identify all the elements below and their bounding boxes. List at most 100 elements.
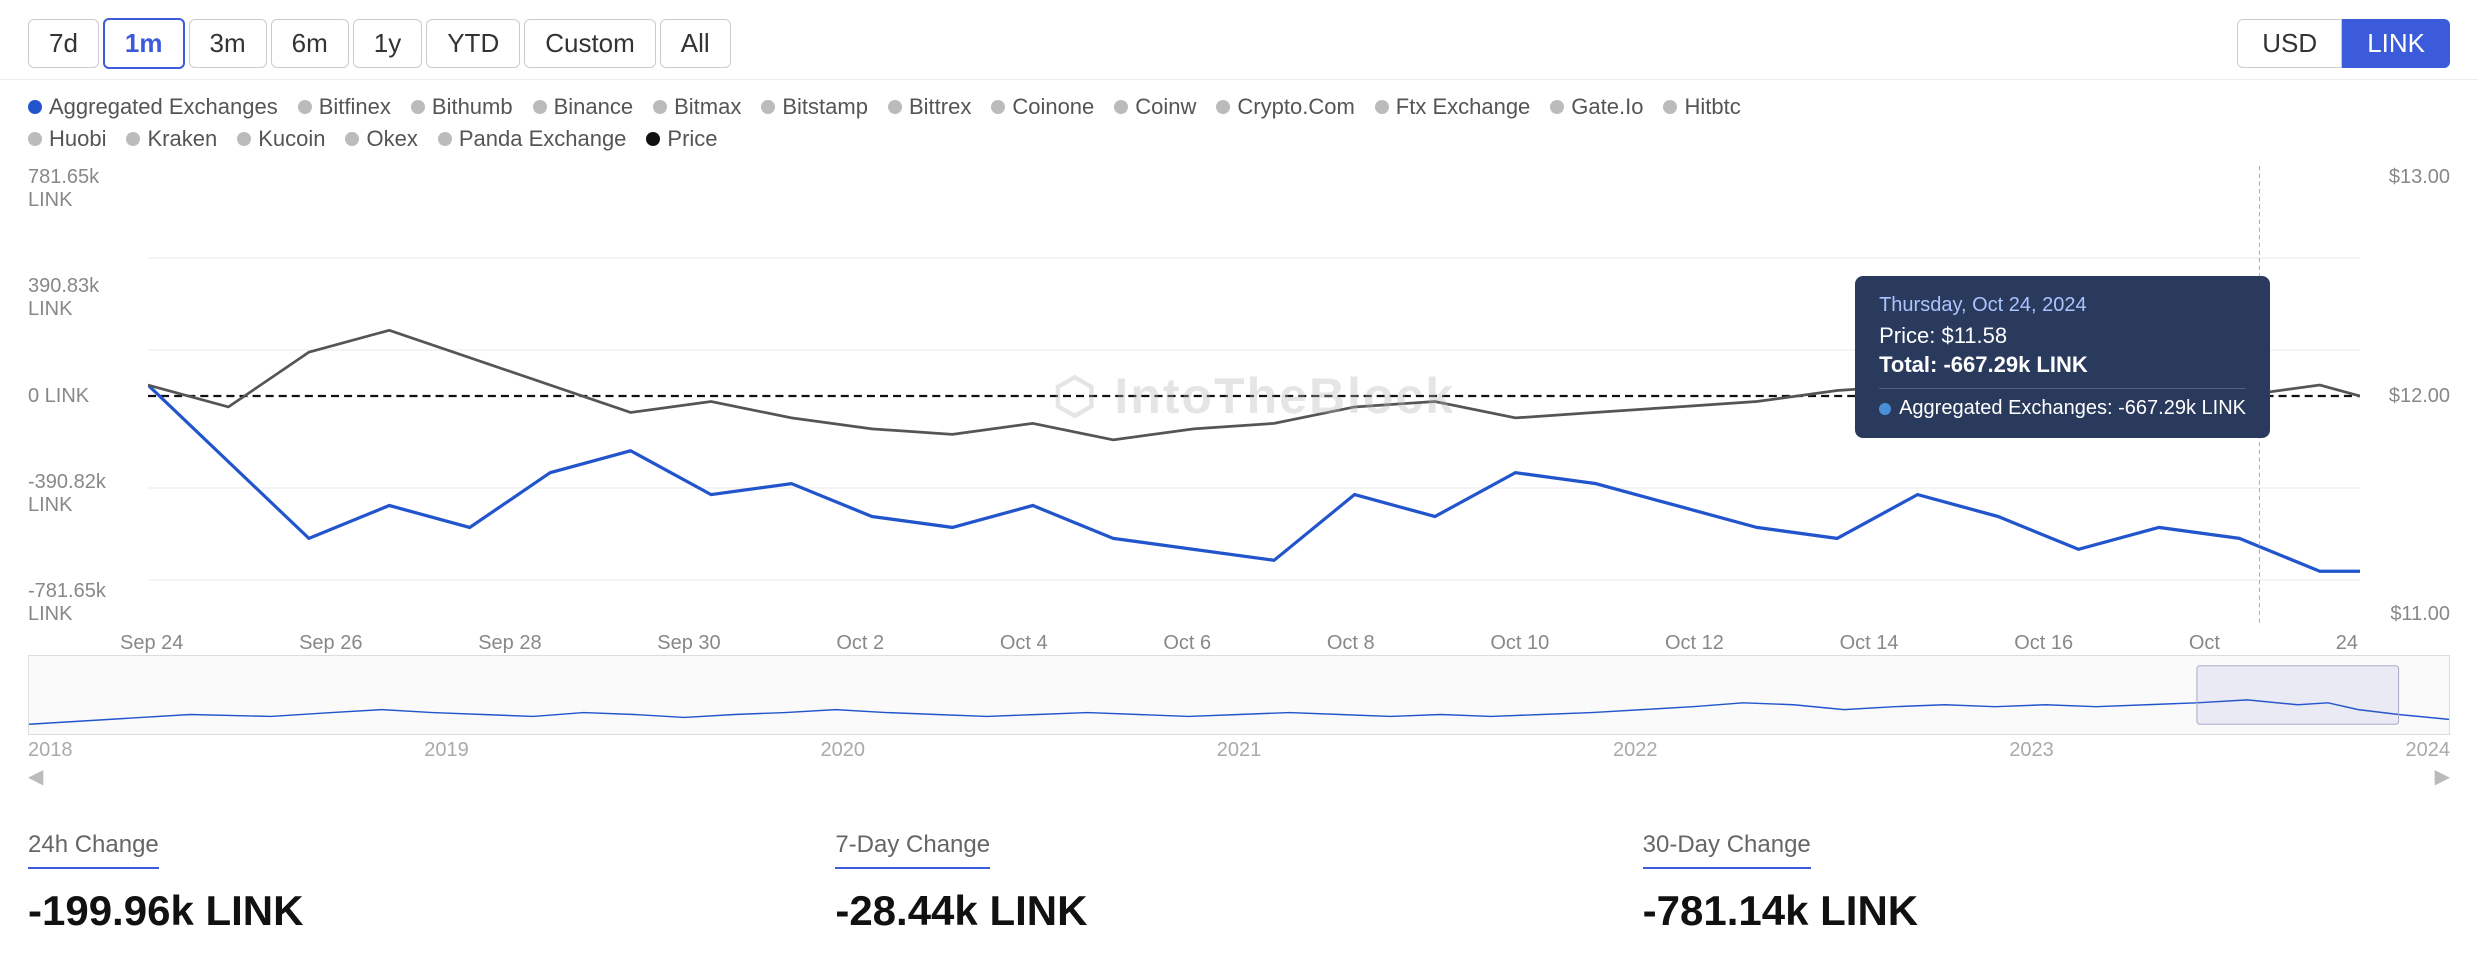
tooltip-date: Thursday, Oct 24, 2024	[1879, 294, 2246, 317]
x-label-2: Sep 28	[478, 632, 541, 655]
legend-dot-bitmax	[653, 100, 667, 114]
btn-all[interactable]: All	[660, 19, 731, 68]
legend-bittrex[interactable]: Bittrex	[888, 94, 971, 120]
legend-bitfinex[interactable]: Bitfinex	[298, 94, 391, 120]
legend-aggregated[interactable]: Aggregated Exchanges	[28, 94, 278, 120]
legend-gateio[interactable]: Gate.Io	[1550, 94, 1643, 120]
x-label-13: 24	[2336, 632, 2358, 655]
chart-area[interactable]: 781.65k LINK 390.83k LINK 0 LINK -390.82…	[28, 166, 2450, 626]
x-label-0: Sep 24	[120, 632, 183, 655]
btn-3m[interactable]: 3m	[189, 19, 267, 68]
tooltip-price: Price: $11.58	[1879, 323, 2246, 349]
legend-dot-cryptocom	[1216, 100, 1230, 114]
scroll-right-arrow[interactable]: ▶	[2435, 764, 2450, 789]
tooltip-total-value: -667.29k LINK	[1943, 352, 2087, 377]
mini-x-0: 2018	[28, 739, 73, 762]
legend-dot-bittrex	[888, 100, 902, 114]
legend-label-kucoin: Kucoin	[258, 126, 325, 152]
mini-x-4: 2022	[1613, 739, 1658, 762]
stat-7d: 7-Day Change -28.44k LINK	[835, 831, 1642, 935]
legend-label-binance: Binance	[554, 94, 634, 120]
mini-x-labels: 2018 2019 2020 2021 2022 2023 2024	[0, 735, 2478, 762]
legend-dot-binance	[533, 100, 547, 114]
legend-coinone[interactable]: Coinone	[991, 94, 1094, 120]
btn-1m[interactable]: 1m	[103, 18, 185, 69]
legend-label-bitfinex: Bitfinex	[319, 94, 391, 120]
legend-label-bithumb: Bithumb	[432, 94, 513, 120]
stat-30d: 30-Day Change -781.14k LINK	[1643, 831, 2450, 935]
legend-okex[interactable]: Okex	[345, 126, 417, 152]
legend-dot-kraken	[126, 132, 140, 146]
btn-7d[interactable]: 7d	[28, 19, 99, 68]
legend-bitstamp[interactable]: Bitstamp	[761, 94, 868, 120]
btn-link[interactable]: LINK	[2342, 19, 2450, 68]
tooltip-agg: Aggregated Exchanges: -667.29k LINK	[1879, 397, 2246, 420]
scroll-arrows: ◀ ▶	[0, 762, 2478, 791]
x-label-8: Oct 10	[1490, 632, 1549, 655]
mini-x-1: 2019	[424, 739, 469, 762]
tooltip: Thursday, Oct 24, 2024 Price: $11.58 Tot…	[1855, 276, 2270, 438]
btn-custom[interactable]: Custom	[524, 19, 656, 68]
tooltip-divider	[1879, 388, 2246, 389]
y-label-top: 781.65k LINK	[28, 166, 148, 212]
legend-dot-aggregated	[28, 100, 42, 114]
legend-kraken[interactable]: Kraken	[126, 126, 217, 152]
legend-dot-bitstamp	[761, 100, 775, 114]
mini-chart[interactable]	[28, 655, 2450, 735]
x-label-1: Sep 26	[299, 632, 362, 655]
legend-label-coinone: Coinone	[1012, 94, 1094, 120]
x-label-7: Oct 8	[1327, 632, 1375, 655]
x-labels: Sep 24 Sep 26 Sep 28 Sep 30 Oct 2 Oct 4 …	[0, 626, 2478, 655]
x-label-5: Oct 4	[1000, 632, 1048, 655]
legend-panda[interactable]: Panda Exchange	[438, 126, 627, 152]
y-right-top: $13.00	[2370, 166, 2450, 189]
y-right-mid: $12.00	[2370, 385, 2450, 408]
legend-bitmax[interactable]: Bitmax	[653, 94, 741, 120]
legend-label-cryptocom: Crypto.Com	[1237, 94, 1354, 120]
stat-30d-label: 30-Day Change	[1643, 831, 1811, 869]
y-label-4: -390.82k LINK	[28, 471, 148, 517]
y-label-mid: 0 LINK	[28, 385, 148, 408]
chart-svg[interactable]: ⬡ IntoTheBlock Thursday,	[148, 166, 2360, 626]
legend-dot-price	[646, 132, 660, 146]
legend-dot-coinw	[1114, 100, 1128, 114]
legend-bithumb[interactable]: Bithumb	[411, 94, 513, 120]
mini-chart-svg	[29, 656, 2449, 734]
legend-label-aggregated: Aggregated Exchanges	[49, 94, 278, 120]
legend-kucoin[interactable]: Kucoin	[237, 126, 325, 152]
legend-label-huobi: Huobi	[49, 126, 106, 152]
y-labels-right: $13.00 $12.00 $11.00	[2370, 166, 2450, 626]
legend-coinw[interactable]: Coinw	[1114, 94, 1196, 120]
stat-7d-value: -28.44k LINK	[835, 887, 1602, 935]
x-label-10: Oct 14	[1840, 632, 1899, 655]
legend-price[interactable]: Price	[646, 126, 717, 152]
mini-x-6: 2024	[2406, 739, 2451, 762]
btn-1y[interactable]: 1y	[353, 19, 422, 68]
legend-dot-bitfinex	[298, 100, 312, 114]
stat-30d-value: -781.14k LINK	[1643, 887, 2410, 935]
btn-usd[interactable]: USD	[2237, 19, 2342, 68]
tooltip-price-value: $11.58	[1941, 323, 2007, 348]
legend-cryptocom[interactable]: Crypto.Com	[1216, 94, 1354, 120]
legend-binance[interactable]: Binance	[533, 94, 634, 120]
scroll-left-arrow[interactable]: ◀	[28, 764, 43, 789]
time-buttons: 7d 1m 3m 6m 1y YTD Custom All	[28, 18, 731, 69]
y-label-2: 390.83k LINK	[28, 275, 148, 321]
tooltip-agg-label: Aggregated Exchanges: -667.29k LINK	[1899, 397, 2246, 420]
mini-x-5: 2023	[2009, 739, 2054, 762]
legend-label-hitbtc: Hitbtc	[1684, 94, 1740, 120]
legend-huobi[interactable]: Huobi	[28, 126, 106, 152]
legend-ftx[interactable]: Ftx Exchange	[1375, 94, 1531, 120]
mini-x-2: 2020	[821, 739, 866, 762]
btn-ytd[interactable]: YTD	[426, 19, 520, 68]
btn-6m[interactable]: 6m	[271, 19, 349, 68]
legend-label-coinw: Coinw	[1135, 94, 1196, 120]
legend-hitbtc[interactable]: Hitbtc	[1663, 94, 1740, 120]
legend-dot-hitbtc	[1663, 100, 1677, 114]
stat-24h: 24h Change -199.96k LINK	[28, 831, 835, 935]
legend-dot-huobi	[28, 132, 42, 146]
legend-label-gateio: Gate.Io	[1571, 94, 1643, 120]
legend-dot-gateio	[1550, 100, 1564, 114]
legend-dot-panda	[438, 132, 452, 146]
tooltip-total: Total: -667.29k LINK	[1879, 352, 2246, 378]
